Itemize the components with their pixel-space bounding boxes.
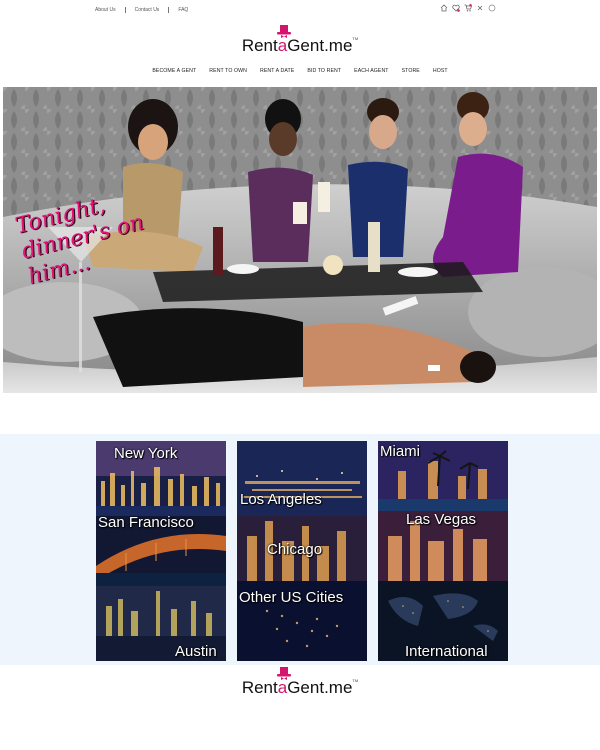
top-hat-icon xyxy=(276,667,291,680)
top-hat-icon xyxy=(276,25,291,38)
heart-icon[interactable] xyxy=(452,4,460,12)
about-us-link[interactable]: About Us xyxy=(95,7,116,13)
logo-text-gent: Gent xyxy=(287,678,325,697)
city-grid: New York San Francisco Austin Los Angele… xyxy=(96,441,510,661)
logo-trademark: TM xyxy=(352,36,359,41)
logo-text-rent: Rent xyxy=(241,36,278,55)
top-links: About Us Contact Us FAQ xyxy=(95,7,188,13)
city-miami[interactable]: Miami xyxy=(380,443,420,460)
city-international[interactable]: International xyxy=(405,643,488,660)
nav-each-agent[interactable]: Each Agent xyxy=(354,68,388,74)
logo-text-a: a xyxy=(276,667,291,698)
city-other-us-cities[interactable]: Other US Cities xyxy=(239,589,343,606)
logo-text-me: .me xyxy=(324,36,353,55)
top-bar: About Us Contact Us FAQ xyxy=(0,0,600,22)
nav-rent-to-own[interactable]: Rent to Own xyxy=(209,68,247,74)
city-san-francisco[interactable]: San Francisco xyxy=(98,514,194,531)
city-column-1-photo xyxy=(96,441,226,661)
city-column-2: Los Angeles Chicago Other US Cities xyxy=(237,441,367,661)
divider xyxy=(124,7,126,13)
city-column-1: New York San Francisco Austin xyxy=(96,441,226,661)
contact-us-link[interactable]: Contact Us xyxy=(135,7,160,13)
city-las-vegas[interactable]: Las Vegas xyxy=(406,511,476,528)
nav-rent-a-date[interactable]: Rent a Date xyxy=(260,68,294,74)
nav-bid-to-rent[interactable]: Bid to Rent xyxy=(307,68,341,74)
cart-icon[interactable] xyxy=(464,4,472,12)
logo-trademark: TM xyxy=(352,678,359,683)
home-icon[interactable] xyxy=(440,4,448,12)
logo-text-a: a xyxy=(276,25,291,56)
city-chicago[interactable]: Chicago xyxy=(267,541,322,558)
logo-text-me: .me xyxy=(324,678,353,697)
logo-text-gent: Gent xyxy=(287,36,325,55)
top-icons xyxy=(440,4,496,12)
city-los-angeles[interactable]: Los Angeles xyxy=(240,491,322,508)
logo-text-rent: Rent xyxy=(241,678,278,697)
nav-become-a-gent[interactable]: Become a Gent xyxy=(152,68,196,74)
faq-link[interactable]: FAQ xyxy=(178,7,188,13)
footer-logo[interactable]: Rent aGent.meTM xyxy=(0,667,600,698)
city-new-york[interactable]: New York xyxy=(114,445,177,462)
divider xyxy=(168,7,170,13)
city-column-3: Miami Las Vegas International xyxy=(378,441,508,661)
main-nav: Become a Gent Rent to Own Rent a Date Bi… xyxy=(0,68,600,74)
site-logo[interactable]: Rent aGent.meTM xyxy=(0,25,600,56)
city-austin[interactable]: Austin xyxy=(175,643,217,660)
nav-store[interactable]: Store xyxy=(402,68,420,74)
share-icon[interactable] xyxy=(488,4,496,12)
city-column-3-photo xyxy=(378,441,508,661)
close-icon[interactable] xyxy=(476,4,484,12)
nav-host[interactable]: Host xyxy=(433,68,448,74)
hero-banner[interactable]: Tonight, dinner's on him... xyxy=(3,87,597,393)
